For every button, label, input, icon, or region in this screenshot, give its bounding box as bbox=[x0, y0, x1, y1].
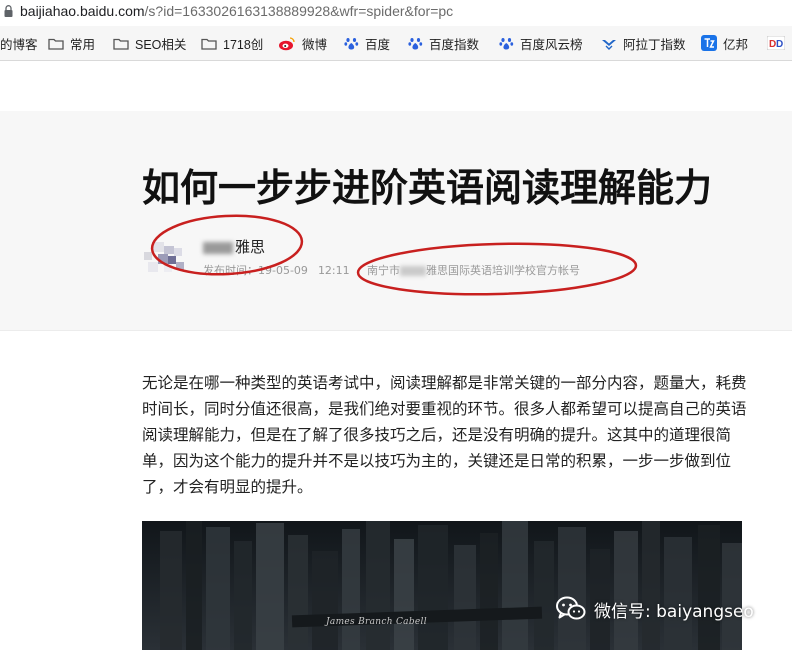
bookmark-label: 1718创 bbox=[223, 37, 264, 52]
bookmark-label: 百度指数 bbox=[429, 37, 480, 52]
bookmark-label: 微博 bbox=[302, 37, 328, 52]
bookmark-yibang[interactable]: 亿邦 bbox=[701, 34, 748, 52]
svg-text:D: D bbox=[776, 39, 783, 50]
address-bar[interactable]: baijiahao.baidu.com/s?id=163302616313888… bbox=[0, 0, 792, 24]
bookmark-baidu-ranking[interactable]: 百度风云榜 bbox=[499, 34, 583, 52]
article-paragraph: 无论是在哪一种类型的英语考试中，阅读理解都是非常关键的一部分内容，题量大，耗费时… bbox=[142, 374, 747, 496]
bookmark-label: 的博客 bbox=[0, 37, 38, 52]
bookmark-label: 百度 bbox=[365, 37, 391, 52]
dd-icon: D D bbox=[767, 36, 785, 50]
author-avatar[interactable] bbox=[144, 238, 188, 274]
bookmark-changyong[interactable]: 常用 bbox=[48, 34, 95, 52]
site-header bbox=[0, 61, 792, 112]
url-host: baijiahao.baidu.com bbox=[20, 3, 145, 19]
author-name-text: 雅思 bbox=[235, 238, 266, 256]
folder-icon bbox=[113, 38, 129, 50]
wechat-watermark: 微信号: baiyangseo bbox=[556, 596, 754, 622]
url-text[interactable]: baijiahao.baidu.com/s?id=163302616313888… bbox=[20, 3, 453, 19]
article-image bbox=[142, 521, 742, 650]
lock-icon bbox=[4, 5, 13, 17]
baidu-paw-icon bbox=[499, 37, 514, 49]
bookmark-1718[interactable]: 1718创 bbox=[201, 34, 263, 52]
publish-time: 12:11 bbox=[317, 264, 350, 277]
baidu-paw-icon bbox=[408, 37, 423, 49]
bookmarks-bar: 的博客 常用 SEO相关 1718创 微博 百度 百度指数 百度风云榜 阿拉丁指… bbox=[0, 26, 792, 61]
bookmark-label: 百度风云榜 bbox=[520, 37, 583, 52]
folder-icon bbox=[201, 38, 217, 50]
bookmark-label: 阿拉丁指数 bbox=[623, 37, 686, 52]
redacted-block bbox=[203, 241, 233, 254]
bookmark-aladdin[interactable]: 阿拉丁指数 bbox=[601, 34, 686, 52]
folder-icon bbox=[48, 38, 64, 50]
bookmark-weibo[interactable]: 微博 bbox=[278, 34, 327, 52]
bookmark-baidu-index[interactable]: 百度指数 bbox=[408, 34, 479, 52]
wechat-icon bbox=[556, 596, 586, 620]
book-spine-text: James Branch Cabell bbox=[326, 617, 427, 627]
source-account[interactable]: 南宁市 雅思国际英语培训学校官方帐号 bbox=[367, 262, 580, 278]
publish-label: 发布时间： bbox=[203, 264, 258, 277]
article-title: 如何一步步进阶英语阅读理解能力 bbox=[142, 166, 713, 210]
aladdin-icon bbox=[602, 39, 616, 50]
wechat-id-text: 微信号: baiyangseo bbox=[594, 601, 754, 622]
author-name[interactable]: 雅思 bbox=[203, 236, 265, 257]
publish-meta: 发布时间：19-05-09 12:11 bbox=[203, 262, 350, 278]
source-prefix: 南宁市 bbox=[367, 264, 400, 277]
bookshelf-illustration bbox=[142, 521, 742, 650]
bookmark-blog[interactable]: 的博客 bbox=[0, 34, 38, 52]
bookmark-overflow[interactable]: D D bbox=[767, 34, 791, 52]
source-suffix: 雅思国际英语培训学校官方帐号 bbox=[426, 264, 580, 277]
bookmark-label: 亿邦 bbox=[723, 37, 749, 52]
bookmark-label: 常用 bbox=[70, 37, 96, 52]
redacted-block bbox=[400, 266, 426, 276]
baidu-paw-icon bbox=[344, 37, 359, 49]
yibang-icon bbox=[701, 35, 717, 51]
article-header bbox=[0, 111, 792, 331]
bookmark-label: SEO相关 bbox=[135, 37, 187, 52]
url-path: /s?id=1633026163138889928&wfr=spider&for… bbox=[144, 3, 454, 19]
bookmark-seo[interactable]: SEO相关 bbox=[113, 34, 186, 52]
bookmark-baidu[interactable]: 百度 bbox=[344, 34, 390, 52]
weibo-icon bbox=[279, 36, 295, 50]
publish-date: 19-05-09 bbox=[258, 264, 308, 277]
